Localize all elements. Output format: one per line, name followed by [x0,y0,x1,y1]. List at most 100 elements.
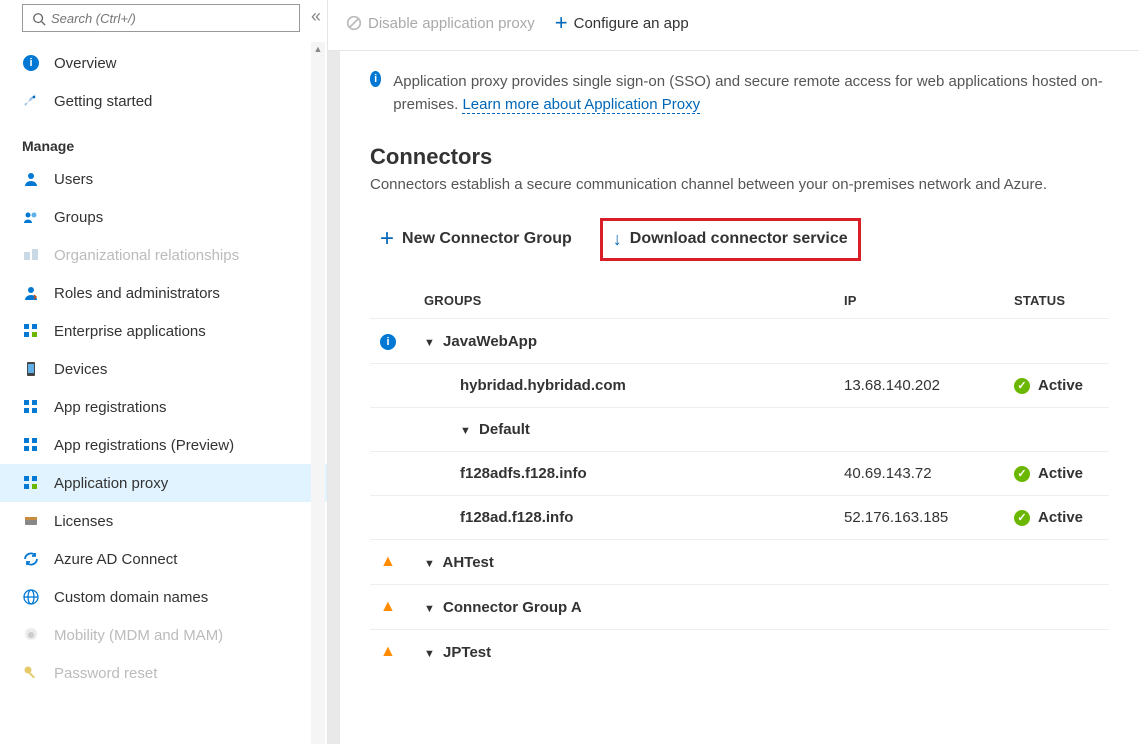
button-label: Download connector service [630,230,848,248]
sidebar-item-groups[interactable]: Groups [0,198,327,236]
new-connector-group-button[interactable]: + New Connector Group [370,217,582,261]
connectors-table: GROUPS IP STATUS i▼ JavaWebApphybridad.h… [370,285,1109,674]
button-label: Configure an app [574,15,689,32]
sidebar-item-app-registrations[interactable]: App registrations [0,388,327,426]
column-groups: GROUPS [424,293,844,308]
sidebar-item-label: Users [54,171,93,188]
sidebar-item-roles[interactable]: Roles and administrators [0,274,327,312]
row-name: ▼ AHTest [424,554,844,571]
button-label: Disable application proxy [368,15,535,32]
row-name: ▼ JavaWebApp [424,333,844,350]
sidebar-item-label: Custom domain names [54,589,208,606]
connectors-toolbar: + New Connector Group ↓ Download connect… [370,217,1109,261]
sidebar-item-label: App registrations [54,399,167,416]
sidebar-item-getting-started[interactable]: Getting started [0,82,327,120]
connectors-subtext: Connectors establish a secure communicat… [370,176,1109,193]
sidebar-item-label: Roles and administrators [54,285,220,302]
sidebar-item-licenses[interactable]: Licenses [0,502,327,540]
caret-down-icon: ▼ [460,425,471,437]
search-input[interactable] [22,4,300,32]
collapse-sidebar-icon[interactable]: « [311,6,321,27]
check-icon: ✓ [1014,466,1030,482]
warning-icon: ▲ [380,643,396,660]
sidebar-item-application-proxy[interactable]: Application proxy [0,464,327,502]
info-banner: i Application proxy provides single sign… [370,65,1109,116]
sidebar-item-label: Password reset [54,665,157,682]
rocket-icon [22,92,40,110]
connector-row[interactable]: f128ad.f128.info52.176.163.185✓ Active [370,495,1109,539]
row-name: f128ad.f128.info [424,509,844,526]
row-name: f128adfs.f128.info [424,465,844,482]
caret-down-icon: ▼ [424,558,435,570]
connector-row[interactable]: hybridad.hybridad.com13.68.140.202✓ Acti… [370,363,1109,407]
group-row[interactable]: ▼ Default [370,407,1109,451]
check-icon: ✓ [1014,510,1030,526]
sidebar-item-mobility[interactable]: Mobility (MDM and MAM) [0,616,327,654]
group-row[interactable]: ▲ ▼ JPTest [370,629,1109,674]
group-row[interactable]: ▲▼ Connector Group A [370,584,1109,629]
user-icon [22,170,40,188]
device-icon [22,360,40,378]
caret-down-icon: ▼ [424,603,435,615]
sidebar-item-label: Mobility (MDM and MAM) [54,627,223,644]
row-status: ✓ Active [1014,465,1139,482]
button-label: New Connector Group [402,230,572,248]
plus-icon: + [555,10,568,36]
sidebar-item-label: Groups [54,209,103,226]
sidebar-item-label: Enterprise applications [54,323,206,340]
row-name: ▼ Connector Group A [424,599,844,616]
grid-icon [22,474,40,492]
warning-icon: ▲ [380,553,396,570]
configure-app-button[interactable]: + Configure an app [555,10,689,36]
nav-section-manage: Manage [0,120,327,160]
sidebar-item-label: Organizational relationships [54,247,239,264]
sidebar-item-label: Application proxy [54,475,168,492]
info-icon: i [22,54,40,72]
connector-row[interactable]: f128adfs.f128.info40.69.143.72✓ Active [370,451,1109,495]
sidebar-item-label: App registrations (Preview) [54,437,234,454]
search-icon [32,12,46,26]
disable-proxy-button[interactable]: Disable application proxy [346,15,535,32]
sidebar-item-azure-ad-connect[interactable]: Azure AD Connect [0,540,327,578]
content-area: i Application proxy provides single sign… [328,51,1139,744]
license-icon [22,512,40,530]
learn-more-link[interactable]: Learn more about Application Proxy [462,96,700,114]
nav-list: i Overview Getting started Manage Users … [0,36,327,692]
sidebar: « ▲ i Overview Getting started Manage Us… [0,0,328,744]
table-header: GROUPS IP STATUS [370,285,1109,318]
group-row[interactable]: i▼ JavaWebApp [370,318,1109,363]
caret-down-icon: ▼ [424,337,435,349]
row-ip: 40.69.143.72 [844,465,1014,482]
download-connector-button[interactable]: ↓ Download connector service [600,218,861,261]
check-icon: ✓ [1014,378,1030,394]
sidebar-item-users[interactable]: Users [0,160,327,198]
group-row[interactable]: ▲ ▼ AHTest [370,539,1109,584]
row-name: ▼ JPTest [424,644,844,661]
sidebar-item-label: Azure AD Connect [54,551,177,568]
sidebar-item-label: Devices [54,361,107,378]
sidebar-item-devices[interactable]: Devices [0,350,327,388]
top-toolbar: Disable application proxy + Configure an… [328,0,1139,51]
search-wrap: « [0,0,327,36]
relationship-icon [22,246,40,264]
sidebar-item-app-registrations-preview[interactable]: App registrations (Preview) [0,426,327,464]
sync-icon [22,550,40,568]
table-body: i▼ JavaWebApphybridad.hybridad.com13.68.… [370,318,1109,674]
row-ip: 13.68.140.202 [844,377,1014,394]
plus-icon: + [380,225,394,253]
gear-icon [22,626,40,644]
sidebar-item-password-reset[interactable]: Password reset [0,654,327,692]
download-icon: ↓ [613,229,622,250]
row-name: hybridad.hybridad.com [424,377,844,394]
main-content: Disable application proxy + Configure an… [328,0,1139,744]
sidebar-item-label: Overview [54,55,117,72]
prohibit-icon [346,15,362,31]
column-ip: IP [844,293,1014,308]
sidebar-item-overview[interactable]: i Overview [0,44,327,82]
row-ip: 52.176.163.185 [844,509,1014,526]
sidebar-scrollbar[interactable]: ▲ [311,42,325,744]
sidebar-item-custom-domain[interactable]: Custom domain names [0,578,327,616]
sidebar-item-enterprise-apps[interactable]: Enterprise applications [0,312,327,350]
grid-icon [22,398,40,416]
sidebar-item-org-relationships[interactable]: Organizational relationships [0,236,327,274]
